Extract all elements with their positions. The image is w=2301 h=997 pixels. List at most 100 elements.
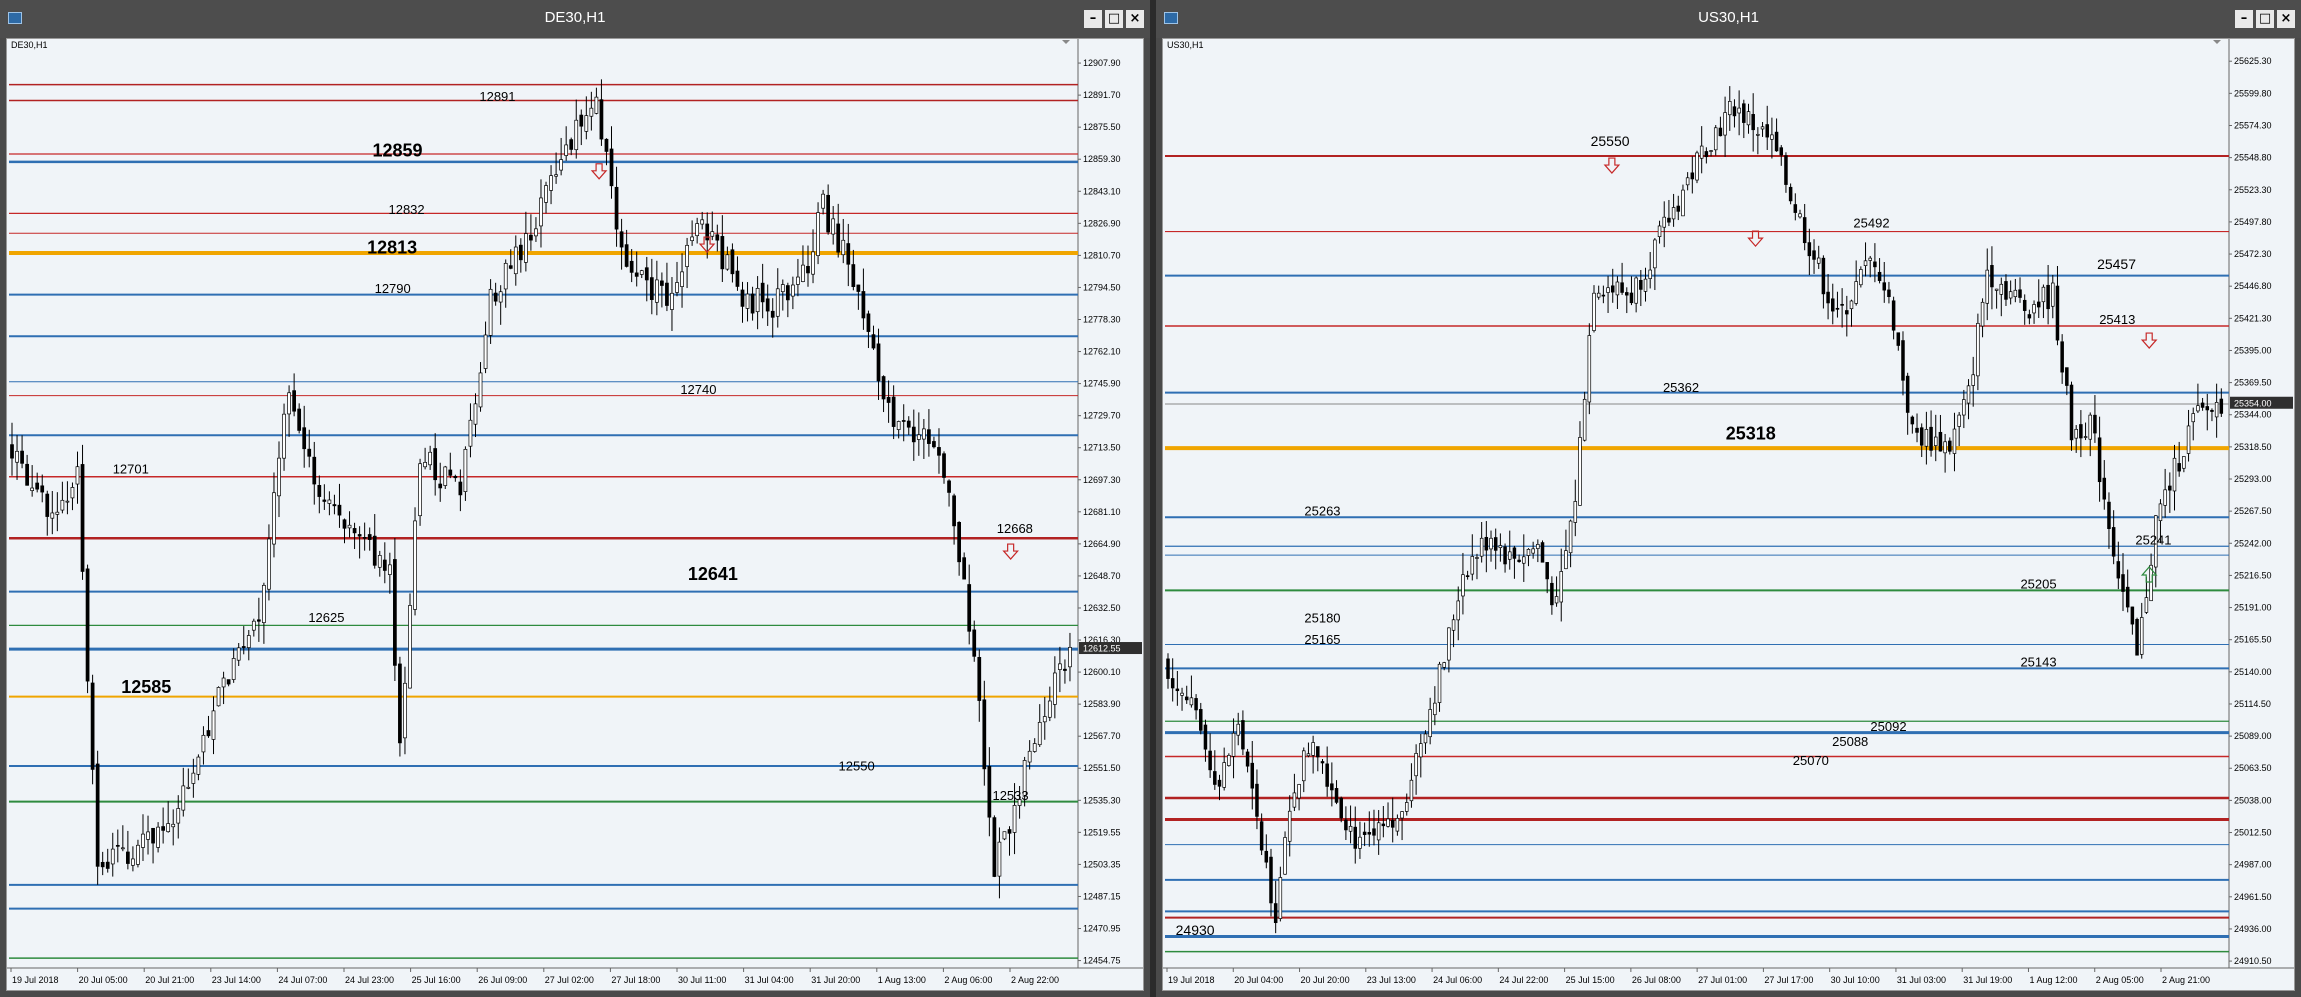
candle-body	[493, 292, 498, 302]
candle-body	[972, 629, 977, 657]
price-tick-label: 12762.10	[1083, 347, 1121, 357]
candle-body	[1713, 127, 1718, 151]
candle-body	[2205, 406, 2210, 411]
candle-body	[90, 682, 95, 770]
candle-body	[1592, 292, 1596, 331]
candle-body	[851, 264, 856, 287]
candle-body	[1863, 260, 1868, 266]
time-tick-label: 27 Jul 02:00	[545, 975, 594, 985]
candle-body	[2210, 409, 2214, 412]
price-tick-label: 25625.30	[2234, 56, 2272, 66]
level-label: 25088	[1832, 734, 1868, 749]
candle-body	[1980, 301, 1985, 327]
candle-body	[1302, 750, 1306, 782]
price-chart-canvas[interactable]: DE30,H1 12891 12859 12832 12813 12790 12740 127…	[7, 39, 1143, 990]
candle-body	[1671, 207, 1676, 220]
price-tick-label: 12697.30	[1083, 475, 1121, 485]
candle-body	[2121, 574, 2125, 592]
time-tick-label: 27 Jul 01:00	[1698, 975, 1747, 985]
candle-body	[2102, 477, 2107, 500]
candle-body	[2172, 457, 2177, 492]
candle-body	[2177, 463, 2181, 472]
time-tick-label: 1 Aug 13:00	[878, 975, 926, 985]
candle-body	[2074, 428, 2078, 439]
chart-window-de30[interactable]: DE30,H1 – □ × DE30,H1 12891 12859 12832 1281…	[0, 0, 1150, 997]
chart-window-us30[interactable]: US30,H1 – □ × US30,H1 25550 25492 25457 2541…	[1156, 0, 2301, 997]
candle-body	[80, 464, 85, 572]
level-label: 24930	[1176, 922, 1215, 938]
price-tick-label: 25063.50	[2234, 763, 2272, 773]
candle-body	[660, 280, 664, 286]
candle-body	[1259, 821, 1264, 851]
candle-body	[1699, 145, 1704, 159]
minimize-button[interactable]: –	[2235, 10, 2253, 28]
candle-body	[2200, 402, 2205, 408]
level-label: 25180	[1304, 611, 1340, 626]
candle-body	[1194, 698, 1198, 711]
time-tick-label: 26 Jul 08:00	[1632, 975, 1681, 985]
candle-body	[811, 251, 815, 275]
candle-body	[25, 463, 29, 486]
candle-body	[549, 175, 553, 191]
price-tick-label: 24961.50	[2234, 892, 2272, 902]
candle-body	[1489, 537, 1493, 550]
maximize-button[interactable]: □	[1105, 10, 1123, 28]
candle-body	[1180, 692, 1184, 696]
candle-body	[408, 605, 412, 689]
candle-body	[2051, 282, 2055, 307]
price-tick-label: 25446.80	[2234, 281, 2272, 291]
candle-body	[1798, 213, 1802, 218]
price-tick-label: 12648.70	[1083, 571, 1121, 581]
candle-body	[750, 293, 755, 314]
candle-body	[403, 682, 407, 739]
price-tick-label: 25216.50	[2234, 570, 2272, 580]
level-label: 25457	[2097, 256, 2136, 272]
candle-body	[1845, 310, 1849, 315]
minimize-button[interactable]: –	[1084, 10, 1102, 28]
price-tick-label: 12713.50	[1083, 443, 1121, 453]
candle-body	[1915, 427, 1919, 433]
candle-body	[1479, 537, 1484, 557]
candle-body	[1849, 300, 1854, 310]
candle-body	[796, 276, 800, 285]
candle-body	[1573, 501, 1578, 523]
window-titlebar[interactable]: US30,H1 – □ ×	[1156, 0, 2301, 38]
candle-body	[1311, 742, 1315, 756]
candle-body	[1695, 152, 1699, 181]
candle-body	[221, 677, 226, 688]
candle-body	[1470, 556, 1475, 575]
candle-body	[1765, 124, 1769, 138]
candle-body	[2186, 425, 2191, 454]
candle-body	[2046, 284, 2050, 310]
close-button[interactable]: ×	[2277, 10, 2295, 28]
candle-body	[1910, 416, 1915, 425]
candle-body	[579, 114, 584, 127]
window-titlebar[interactable]: DE30,H1 – □ ×	[0, 0, 1150, 38]
current-price-label: 25354.00	[2234, 398, 2272, 408]
price-chart-canvas[interactable]: US30,H1 25550 25492 25457 25413 25362 25318 252…	[1163, 39, 2294, 990]
candle-body	[2018, 289, 2022, 298]
candle-body	[609, 148, 614, 187]
close-button[interactable]: ×	[1126, 10, 1144, 28]
time-tick-label: 19 Jul 2018	[12, 975, 59, 985]
maximize-button[interactable]: □	[2256, 10, 2274, 28]
price-tick-label: 25267.50	[2234, 506, 2272, 516]
candle-body	[916, 434, 921, 440]
price-chart[interactable]: US30,H1 25550 25492 25457 25413 25362 25318 252…	[1162, 38, 2295, 991]
candle-body	[891, 396, 896, 427]
price-chart[interactable]: DE30,H1 12891 12859 12832 12813 12790 12740 127…	[6, 38, 1144, 991]
candle-body	[256, 619, 261, 622]
candle-body	[100, 861, 105, 868]
candle-body	[166, 823, 171, 833]
candle-body	[801, 264, 805, 282]
price-tick-label: 25574.30	[2234, 120, 2272, 130]
candle-body	[518, 244, 523, 261]
candle-body	[398, 663, 402, 744]
candle-body	[418, 463, 422, 517]
candle-body	[262, 584, 266, 623]
candle-body	[171, 823, 176, 828]
candle-body	[1596, 292, 1601, 298]
candle-body	[977, 656, 982, 701]
candle-body	[1784, 155, 1788, 185]
candle-body	[302, 427, 307, 450]
